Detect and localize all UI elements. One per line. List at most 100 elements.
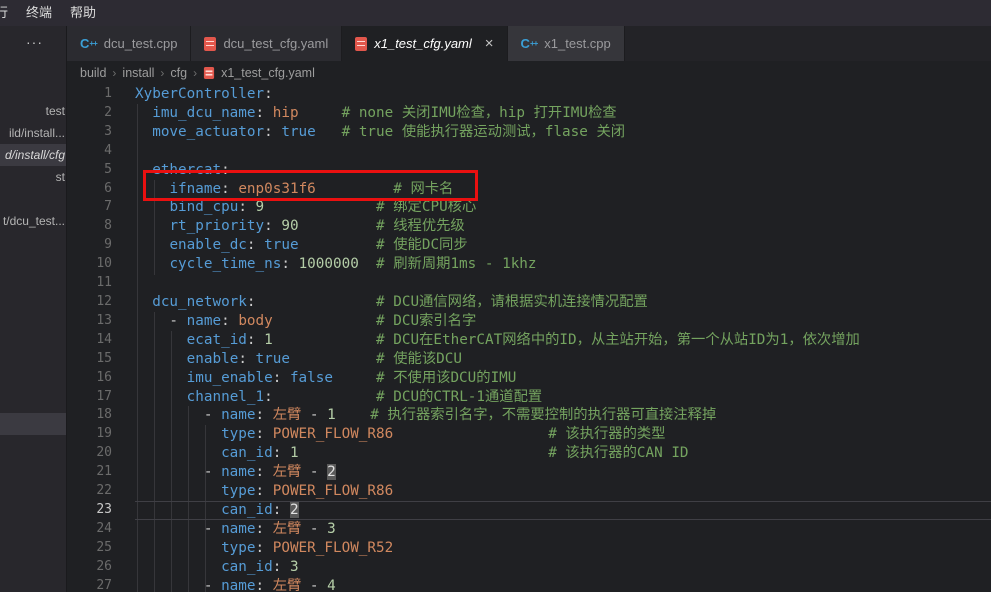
code-line-9: 9 enable_dc: true # 使能DC同步 xyxy=(67,236,991,255)
code-line-10: 10 cycle_time_ns: 1000000 # 刷新周期1ms - 1k… xyxy=(67,255,991,274)
line-number[interactable]: 1 xyxy=(67,85,135,104)
code-text: imu_dcu_name: hip # none 关闭IMU检查，hip 打开I… xyxy=(135,104,617,123)
code-text: imu_enable: false # 不使用该DCU的IMU xyxy=(135,369,516,388)
line-number[interactable]: 27 xyxy=(67,577,135,592)
code-line-2: 2 imu_dcu_name: hip # none 关闭IMU检查，hip 打… xyxy=(67,104,991,123)
code-text: - name: body # DCU索引名字 xyxy=(135,312,476,331)
code-line-16: 16 imu_enable: false # 不使用该DCU的IMU xyxy=(67,369,991,388)
code-text: can_id: 1 # 该执行器的CAN ID xyxy=(135,444,689,463)
code-line-18: 18 - name: 左臂 - 1 # 执行器索引名字，不需要控制的执行器可直接… xyxy=(67,406,991,425)
menu-item-run[interactable]: 行 xyxy=(0,0,17,26)
line-number[interactable]: 24 xyxy=(67,520,135,539)
code-line-14: 14 ecat_id: 1 # DCU在EtherCAT网络中的ID，从主站开始… xyxy=(67,331,991,350)
code-line-3: 3 move_actuator: true # true 使能执行器运动测试，f… xyxy=(67,123,991,142)
code-text: enable_dc: true # 使能DC同步 xyxy=(135,236,468,255)
code-line-1: 1XyberController: xyxy=(67,85,991,104)
line-number[interactable]: 7 xyxy=(67,198,135,217)
sidebar-list-item[interactable]: test xyxy=(0,100,67,122)
line-number[interactable]: 4 xyxy=(67,142,135,161)
cpp-file-icon: C++ xyxy=(521,36,538,51)
tab-label: x1_test_cfg.yaml xyxy=(374,36,472,51)
tab-close-icon[interactable]: × xyxy=(485,35,494,52)
tab-dcu_test.cpp[interactable]: C++ dcu_test.cpp xyxy=(67,26,191,61)
more-actions-button[interactable]: ··· xyxy=(26,34,43,50)
line-number[interactable]: 20 xyxy=(67,444,135,463)
code-line-22: 22 type: POWER_FLOW_R86 xyxy=(67,482,991,501)
tab-x1_test_cfg.yaml[interactable]: x1_test_cfg.yaml × xyxy=(342,26,507,61)
sidebar-list-item[interactable]: d/install/cfg xyxy=(0,144,67,166)
line-number[interactable]: 25 xyxy=(67,539,135,558)
code-text: type: POWER_FLOW_R52 xyxy=(135,539,393,558)
sidebar: ··· testild/install...d/install/cfgst t/d… xyxy=(0,26,67,592)
line-number[interactable]: 26 xyxy=(67,558,135,577)
breadcrumb-separator-icon: › xyxy=(193,66,197,80)
code-text: bind_cpu: 9 # 绑定CPU核心 xyxy=(135,198,476,217)
yaml-file-icon xyxy=(355,37,367,51)
breadcrumb-separator-icon: › xyxy=(112,66,116,80)
vscode-window: 行终端帮助 ··· testild/install...d/install/cf… xyxy=(0,0,991,592)
tab-x1_test.cpp[interactable]: C++ x1_test.cpp xyxy=(508,26,625,61)
line-number[interactable]: 22 xyxy=(67,482,135,501)
line-number[interactable]: 9 xyxy=(67,236,135,255)
line-number[interactable]: 23 xyxy=(67,501,135,520)
code-text: move_actuator: true # true 使能执行器运动测试，fla… xyxy=(135,123,625,142)
sidebar-list-item[interactable]: ild/install... xyxy=(0,122,67,144)
line-number[interactable]: 15 xyxy=(67,350,135,369)
code-text: rt_priority: 90 # 线程优先级 xyxy=(135,217,465,236)
breadcrumb-file[interactable]: x1_test_cfg.yaml xyxy=(221,66,315,80)
line-number[interactable]: 12 xyxy=(67,293,135,312)
breadcrumb: build › install › cfg › x1_test_cfg.yaml xyxy=(67,61,991,85)
line-number[interactable]: 5 xyxy=(67,161,135,180)
code-line-6: 6 ifname: enp0s31f6 # 网卡名 xyxy=(67,180,991,199)
line-number[interactable]: 11 xyxy=(67,274,135,293)
code-text: - name: 左臂 - 3 xyxy=(135,520,336,539)
code-line-5: 5 ethercat: xyxy=(67,161,991,180)
code-line-19: 19 type: POWER_FLOW_R86 # 该执行器的类型 xyxy=(67,425,991,444)
line-number[interactable]: 13 xyxy=(67,312,135,331)
code-editor[interactable]: 1XyberController:2 imu_dcu_name: hip # n… xyxy=(67,85,991,592)
code-text: - name: 左臂 - 2 xyxy=(135,463,336,482)
code-line-24: 24 - name: 左臂 - 3 xyxy=(67,520,991,539)
code-text: can_id: 2 xyxy=(135,501,299,520)
code-line-7: 7 bind_cpu: 9 # 绑定CPU核心 xyxy=(67,198,991,217)
line-number[interactable]: 10 xyxy=(67,255,135,274)
breadcrumb-segment[interactable]: install xyxy=(122,66,154,80)
tab-label: x1_test.cpp xyxy=(544,36,611,51)
breadcrumb-separator-icon: › xyxy=(160,66,164,80)
sidebar-list-item[interactable]: st xyxy=(0,166,67,188)
menu-item-帮助[interactable]: 帮助 xyxy=(61,0,105,26)
line-number[interactable]: 21 xyxy=(67,463,135,482)
code-line-26: 26 can_id: 3 xyxy=(67,558,991,577)
code-line-23: 23 can_id: 2 xyxy=(67,501,991,520)
yaml-file-icon xyxy=(204,67,214,79)
code-text: type: POWER_FLOW_R86 xyxy=(135,482,393,501)
breadcrumb-segment[interactable]: cfg xyxy=(170,66,187,80)
menu-item-终端[interactable]: 终端 xyxy=(17,0,61,26)
tab-label: dcu_test.cpp xyxy=(104,36,178,51)
line-number[interactable]: 3 xyxy=(67,123,135,142)
code-line-21: 21 - name: 左臂 - 2 xyxy=(67,463,991,482)
code-line-17: 17 channel_1: # DCU的CTRL-1通道配置 xyxy=(67,388,991,407)
tab-dcu_test_cfg.yaml[interactable]: dcu_test_cfg.yaml xyxy=(191,26,342,61)
line-number[interactable]: 19 xyxy=(67,425,135,444)
sidebar-list: testild/install...d/install/cfgst t/dcu_t… xyxy=(0,100,67,232)
code-text: ifname: enp0s31f6 # 网卡名 xyxy=(135,180,453,199)
sidebar-selection-band[interactable] xyxy=(0,413,67,435)
line-number[interactable]: 17 xyxy=(67,388,135,407)
code-text: type: POWER_FLOW_R86 # 该执行器的类型 xyxy=(135,425,665,444)
breadcrumb-segment[interactable]: build xyxy=(80,66,106,80)
line-number[interactable]: 18 xyxy=(67,406,135,425)
cpp-file-icon: C++ xyxy=(80,36,97,51)
tab-bar: C++dcu_test.cppdcu_test_cfg.yamlx1_test_… xyxy=(67,26,991,61)
line-number[interactable]: 2 xyxy=(67,104,135,123)
line-number[interactable]: 6 xyxy=(67,180,135,199)
code-text: - name: 左臂 - 1 # 执行器索引名字，不需要控制的执行器可直接注释掉 xyxy=(135,406,716,425)
line-number[interactable]: 14 xyxy=(67,331,135,350)
line-number[interactable]: 8 xyxy=(67,217,135,236)
code-text: XyberController: xyxy=(135,85,273,104)
yaml-file-icon xyxy=(204,37,216,51)
line-number[interactable]: 16 xyxy=(67,369,135,388)
sidebar-list-item[interactable]: t/dcu_test... xyxy=(0,210,67,232)
code-text: can_id: 3 xyxy=(135,558,299,577)
code-text: - name: 左臂 - 4 xyxy=(135,577,336,592)
